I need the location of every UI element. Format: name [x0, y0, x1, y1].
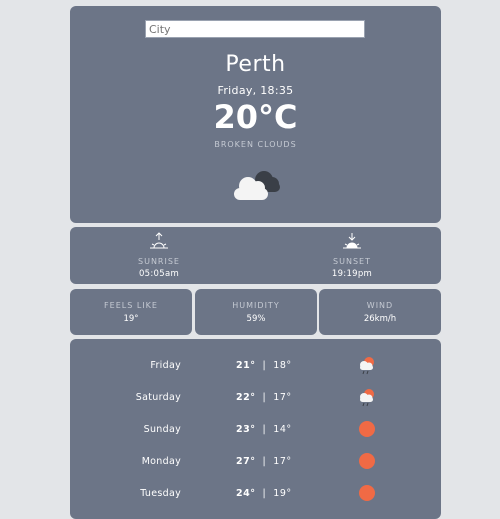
forecast-high: 22° [236, 392, 256, 403]
sunrise-block: SUNRISE 05:05am [124, 232, 194, 279]
forecast-separator: | [262, 488, 267, 499]
forecast-low: 18° [273, 360, 292, 371]
current-datetime: Friday, 18:35 [217, 84, 294, 97]
sunset-block: SUNSET 19:19pm [317, 232, 387, 279]
forecast-temps: 27° | 17° [236, 456, 292, 467]
sunrise-label: SUNRISE [138, 257, 180, 266]
forecast-high: 24° [236, 488, 256, 499]
forecast-day: Sunday [143, 424, 181, 435]
wind-value: 26km/h [363, 314, 397, 324]
sun-icon [357, 451, 377, 471]
forecast-low: 17° [273, 456, 292, 467]
forecast-low: 19° [273, 488, 292, 499]
forecast-separator: | [262, 424, 267, 435]
wind-card: WIND 26km/h [319, 289, 441, 335]
forecast-row: Monday 27° | 17° [70, 453, 441, 476]
wind-label: WIND [366, 301, 394, 310]
forecast-separator: | [262, 456, 267, 467]
broken-clouds-icon [234, 171, 280, 200]
humidity-card: HUMIDITY 59% [195, 289, 317, 335]
forecast-separator: | [262, 392, 267, 403]
forecast-temps: 23° | 14° [236, 424, 292, 435]
sun-cloud-rain-icon [360, 389, 374, 407]
forecast-card: Friday 21° | 18° Saturday 22° | 17° Sund… [70, 339, 441, 519]
current-weather-content: Perth Friday, 18:35 20°C BROKEN CLOUDS [70, 6, 441, 223]
sunrise-icon [150, 232, 168, 249]
feels-like-card: FEELS LIKE 19° [70, 289, 192, 335]
humidity-label: HUMIDITY [232, 301, 280, 310]
sunrise-time: 05:05am [138, 269, 180, 279]
forecast-low: 17° [273, 392, 292, 403]
city-name: Perth [225, 52, 286, 77]
forecast-row: Friday 21° | 18° [70, 357, 441, 380]
sunset-label: SUNSET [333, 257, 371, 266]
sunset-time: 19:19pm [331, 269, 373, 279]
forecast-day: Tuesday [140, 488, 181, 499]
forecast-high: 27° [236, 456, 256, 467]
forecast-temps: 21° | 18° [236, 360, 292, 371]
forecast-row: Tuesday 24° | 19° [70, 485, 441, 508]
forecast-separator: | [262, 360, 267, 371]
current-temperature: 20°C [213, 98, 298, 136]
forecast-temps: 22° | 17° [236, 392, 292, 403]
sun-icon [357, 483, 377, 503]
forecast-day: Monday [141, 456, 181, 467]
forecast-temps: 24° | 19° [236, 488, 292, 499]
feels-like-value: 19° [123, 314, 139, 324]
sun-cloud-rain-icon [360, 357, 374, 375]
forecast-row: Sunday 23° | 14° [70, 421, 441, 444]
forecast-row: Saturday 22° | 17° [70, 389, 441, 412]
weather-condition: BROKEN CLOUDS [214, 140, 297, 149]
feels-like-label: FEELS LIKE [104, 301, 158, 310]
sun-times-card: SUNRISE 05:05am SUNSET 19:19pm [70, 227, 441, 284]
sun-icon [357, 419, 377, 439]
forecast-day: Friday [150, 360, 181, 371]
forecast-low: 14° [273, 424, 292, 435]
sunset-icon [343, 233, 361, 249]
humidity-value: 59% [246, 314, 266, 324]
forecast-high: 21° [236, 360, 256, 371]
forecast-high: 23° [236, 424, 256, 435]
forecast-day: Saturday [135, 392, 181, 403]
